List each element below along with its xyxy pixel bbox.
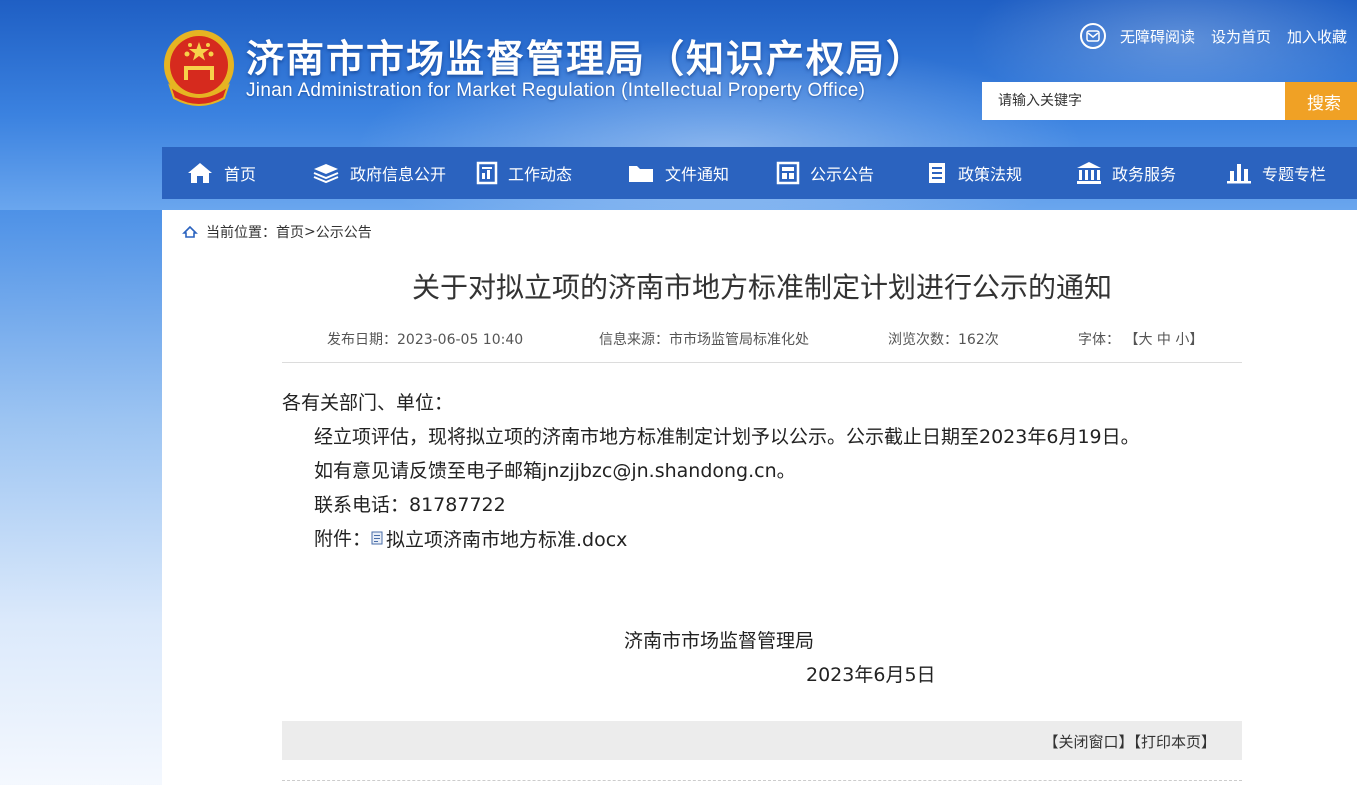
view-count-label: 浏览次数： (888, 332, 958, 348)
attachment-filename: 拟立项济南市地方标准.docx (386, 528, 628, 551)
font-small-button[interactable]: 小 (1175, 332, 1189, 348)
publish-date-label: 发布日期： (327, 332, 397, 348)
home-small-icon (182, 225, 198, 238)
nav-label: 政策法规 (958, 165, 1023, 184)
nav-item-gov-services[interactable]: 政务服务 (1076, 147, 1176, 199)
nav-label: 首页 (224, 165, 257, 184)
accessible-reading-link[interactable]: 无障碍阅读 (1120, 26, 1195, 47)
font-size-label: 字体： (1078, 332, 1120, 348)
search-button[interactable]: 搜索 (1285, 82, 1357, 120)
nav-label: 政府信息公开 (350, 165, 447, 184)
national-emblem-logo (162, 28, 236, 106)
document-chart-icon (476, 161, 498, 185)
view-count: 浏览次数：162次 (888, 329, 999, 349)
breadcrumb-current-link[interactable]: 公示公告 (316, 222, 372, 242)
breadcrumb-home-link[interactable]: 首页 (276, 222, 304, 242)
info-source-label: 信息来源： (599, 332, 669, 348)
paragraph-1: 经立项评估，现将拟立项的济南市地方标准制定计划予以公示。公示截止日期至2023年… (314, 426, 1140, 448)
nav-item-government-info[interactable]: 政府信息公开 (312, 147, 446, 199)
attachment-row: 附件： 拟立项济南市地方标准.docx (314, 524, 627, 552)
breadcrumb-separator: > (304, 224, 316, 240)
nav-item-announcements[interactable]: 公示公告 (776, 147, 874, 199)
nav-item-special-topics[interactable]: 专题专栏 (1226, 147, 1326, 199)
info-source-value: 市市场监管局标准化处 (669, 332, 809, 348)
bulletin-icon (776, 161, 800, 185)
publish-date-value: 2023-06-05 10:40 (397, 332, 524, 348)
contact-phone: 联系电话：81787722 (314, 494, 506, 516)
close-window-link[interactable]: 【关闭窗口】 (1043, 733, 1133, 751)
home-icon (188, 163, 212, 183)
dotted-divider (282, 780, 1242, 781)
attachment-label: 附件： (314, 528, 372, 550)
nav-label: 文件通知 (665, 165, 730, 184)
font-size-control: 字体： 【大 中 小】 (1078, 329, 1203, 349)
layers-icon (313, 164, 339, 184)
paragraph-2: 如有意见请反馈至电子邮箱jnzjjbzc@jn.shandong.cn。 (314, 460, 796, 482)
divider (282, 362, 1242, 363)
article-title: 关于对拟立项的济南市地方标准制定计划进行公示的通知 (411, 271, 1112, 304)
nav-item-home[interactable]: 首页 (186, 147, 256, 199)
nav-item-work-news[interactable]: 工作动态 (476, 147, 572, 199)
nav-label: 公示公告 (810, 165, 875, 184)
info-source: 信息来源：市市场监管局标准化处 (599, 329, 809, 349)
breadcrumb-prefix: 当前位置： (206, 225, 276, 241)
site-subtitle: Jinan Administration for Market Regulati… (246, 80, 866, 101)
view-count-value: 162次 (958, 332, 999, 348)
accessibility-icon[interactable] (1080, 23, 1106, 49)
font-medium-button[interactable]: 中 (1157, 332, 1171, 348)
add-favorite-link[interactable]: 加入收藏 (1287, 26, 1347, 47)
nav-item-policies[interactable]: 政策法规 (926, 147, 1022, 199)
publish-date: 发布日期：2023-06-05 10:40 (327, 329, 523, 349)
content-panel: 当前位置： 首页 > 公示公告 关于对拟立项的济南市地方标准制定计划进行公示的通… (162, 210, 1357, 785)
bar-chart-icon (1227, 164, 1251, 184)
main-nav: 首页 政府信息公开 工作动态 文件通知 公示公告 政策法规 政务服务 专题专栏 (162, 147, 1357, 199)
site-title: 济南市市场监督管理局（知识产权局） (246, 37, 927, 81)
nav-label: 政务服务 (1112, 165, 1177, 184)
footer-links: 【关闭窗口】【打印本页】 (1043, 731, 1216, 752)
top-links: 无障碍阅读 设为首页 加入收藏 (1080, 22, 1357, 50)
folder-icon (629, 166, 653, 182)
attachment-link[interactable]: 拟立项济南市地方标准.docx (371, 525, 627, 552)
signature-date: 2023年6月5日 (806, 664, 936, 686)
signature-organization: 济南市市场监督管理局 (624, 630, 815, 652)
article-footer-bar: 【关闭窗口】【打印本页】 (282, 721, 1242, 760)
nav-item-file-notices[interactable]: 文件通知 (627, 147, 729, 199)
nav-label: 工作动态 (508, 165, 573, 184)
set-homepage-link[interactable]: 设为首页 (1211, 26, 1271, 47)
print-page-link[interactable]: 【打印本页】 (1133, 733, 1216, 751)
font-large-button[interactable]: 大 (1138, 332, 1152, 348)
doc-file-icon (371, 531, 383, 545)
breadcrumb: 当前位置： 首页 > 公示公告 (182, 222, 372, 242)
government-building-icon (1077, 162, 1101, 184)
nav-label: 专题专栏 (1262, 165, 1327, 184)
search-input[interactable] (982, 82, 1285, 120)
greeting: 各有关部门、单位： (282, 392, 454, 414)
font-bracket-open: 【 (1124, 332, 1139, 348)
font-bracket-close: 】 (1189, 332, 1204, 348)
book-icon (929, 163, 945, 183)
